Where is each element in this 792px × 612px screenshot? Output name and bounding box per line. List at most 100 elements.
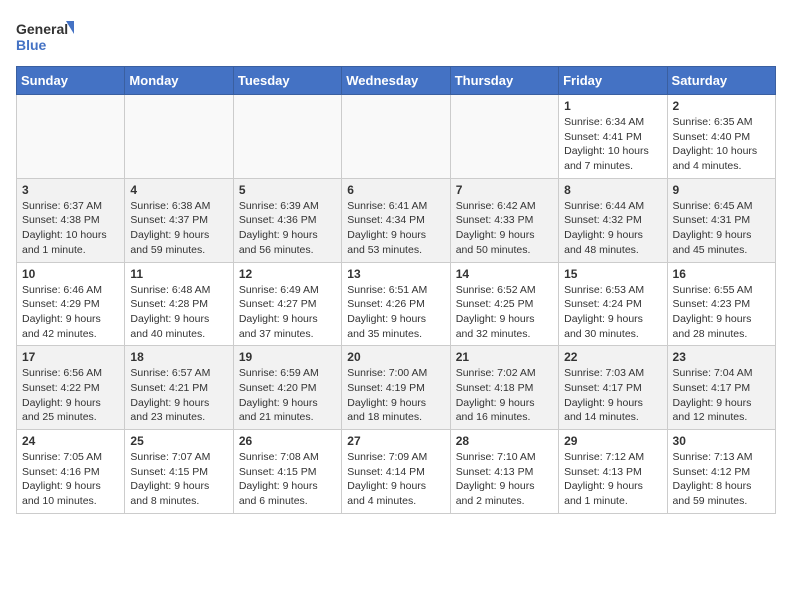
day-number: 21 [456,350,553,364]
day-cell: 7 Sunrise: 6:42 AM Sunset: 4:33 PM Daylig… [450,178,558,262]
day-info: Sunrise: 6:51 AM Sunset: 4:26 PM Dayligh… [347,283,444,342]
day-cell: 13 Sunrise: 6:51 AM Sunset: 4:26 PM Dayli… [342,262,450,346]
day-cell [17,95,125,179]
weekday-header-thursday: Thursday [450,67,558,95]
day-cell: 15Sunrise: 6:53 AM Sunset: 4:24 PM Dayli… [559,262,667,346]
day-number: 25 [130,434,227,448]
day-number: 23 [673,350,770,364]
day-info: Sunrise: 6:45 AM Sunset: 4:31 PM Dayligh… [673,199,770,258]
day-info: Sunrise: 6:49 AM Sunset: 4:27 PM Dayligh… [239,283,336,342]
day-info: Sunrise: 6:39 AM Sunset: 4:36 PM Dayligh… [239,199,336,258]
weekday-header-row: SundayMondayTuesdayWednesdayThursdayFrid… [17,67,776,95]
day-cell: 27 Sunrise: 7:09 AM Sunset: 4:14 PM Dayli… [342,430,450,514]
day-cell: 5 Sunrise: 6:39 AM Sunset: 4:36 PM Daylig… [233,178,341,262]
day-info: Sunrise: 6:46 AM Sunset: 4:29 PM Dayligh… [22,283,119,342]
day-cell: 17 Sunrise: 6:56 AM Sunset: 4:22 PM Dayli… [17,346,125,430]
day-number: 27 [347,434,444,448]
day-info: Sunrise: 6:38 AM Sunset: 4:37 PM Dayligh… [130,199,227,258]
day-info: Sunrise: 7:04 AM Sunset: 4:17 PM Dayligh… [673,366,770,425]
day-number: 7 [456,183,553,197]
day-info: Sunrise: 7:05 AM Sunset: 4:16 PM Dayligh… [22,450,119,509]
day-cell: 28 Sunrise: 7:10 AM Sunset: 4:13 PM Dayli… [450,430,558,514]
page-header: GeneralBlue [16,16,776,56]
weekday-header-wednesday: Wednesday [342,67,450,95]
day-cell: 19 Sunrise: 6:59 AM Sunset: 4:20 PM Dayli… [233,346,341,430]
day-number: 22 [564,350,661,364]
day-number: 3 [22,183,119,197]
day-info: Sunrise: 7:07 AM Sunset: 4:15 PM Dayligh… [130,450,227,509]
day-number: 13 [347,267,444,281]
day-info: Sunrise: 7:08 AM Sunset: 4:15 PM Dayligh… [239,450,336,509]
day-cell: 14 Sunrise: 6:52 AM Sunset: 4:25 PM Dayli… [450,262,558,346]
day-cell: 4Sunrise: 6:38 AM Sunset: 4:37 PM Daylig… [125,178,233,262]
day-number: 14 [456,267,553,281]
day-info: Sunrise: 6:56 AM Sunset: 4:22 PM Dayligh… [22,366,119,425]
day-info: Sunrise: 6:55 AM Sunset: 4:23 PM Dayligh… [673,283,770,342]
day-cell: 21 Sunrise: 7:02 AM Sunset: 4:18 PM Dayli… [450,346,558,430]
week-row-3: 10 Sunrise: 6:46 AM Sunset: 4:29 PM Dayli… [17,262,776,346]
day-info: Sunrise: 7:02 AM Sunset: 4:18 PM Dayligh… [456,366,553,425]
day-number: 19 [239,350,336,364]
day-cell: 3Sunrise: 6:37 AM Sunset: 4:38 PM Daylig… [17,178,125,262]
day-number: 1 [564,99,661,113]
day-cell: 2 Sunrise: 6:35 AM Sunset: 4:40 PM Daylig… [667,95,775,179]
day-info: Sunrise: 7:00 AM Sunset: 4:19 PM Dayligh… [347,366,444,425]
day-cell: 26 Sunrise: 7:08 AM Sunset: 4:15 PM Dayli… [233,430,341,514]
day-number: 5 [239,183,336,197]
day-info: Sunrise: 6:42 AM Sunset: 4:33 PM Dayligh… [456,199,553,258]
day-cell [125,95,233,179]
day-cell: 25 Sunrise: 7:07 AM Sunset: 4:15 PM Dayli… [125,430,233,514]
day-number: 28 [456,434,553,448]
week-row-5: 24 Sunrise: 7:05 AM Sunset: 4:16 PM Dayli… [17,430,776,514]
day-info: Sunrise: 6:35 AM Sunset: 4:40 PM Dayligh… [673,115,770,174]
day-cell: 11Sunrise: 6:48 AM Sunset: 4:28 PM Dayli… [125,262,233,346]
day-number: 10 [22,267,119,281]
day-info: Sunrise: 6:44 AM Sunset: 4:32 PM Dayligh… [564,199,661,258]
weekday-header-tuesday: Tuesday [233,67,341,95]
day-cell: 6 Sunrise: 6:41 AM Sunset: 4:34 PM Daylig… [342,178,450,262]
calendar-table: SundayMondayTuesdayWednesdayThursdayFrid… [16,66,776,514]
week-row-1: 1Sunrise: 6:34 AM Sunset: 4:41 PM Daylig… [17,95,776,179]
day-info: Sunrise: 6:41 AM Sunset: 4:34 PM Dayligh… [347,199,444,258]
day-cell: 23 Sunrise: 7:04 AM Sunset: 4:17 PM Dayli… [667,346,775,430]
svg-text:Blue: Blue [16,37,47,53]
day-number: 26 [239,434,336,448]
day-number: 11 [130,267,227,281]
day-number: 20 [347,350,444,364]
day-cell [450,95,558,179]
day-cell: 29 Sunrise: 7:12 AM Sunset: 4:13 PM Dayli… [559,430,667,514]
day-cell [233,95,341,179]
logo: GeneralBlue [16,16,76,56]
svg-text:General: General [16,21,68,37]
day-cell: 18 Sunrise: 6:57 AM Sunset: 4:21 PM Dayli… [125,346,233,430]
day-cell: 9 Sunrise: 6:45 AM Sunset: 4:31 PM Daylig… [667,178,775,262]
day-number: 9 [673,183,770,197]
day-info: Sunrise: 7:03 AM Sunset: 4:17 PM Dayligh… [564,366,661,425]
day-info: Sunrise: 7:09 AM Sunset: 4:14 PM Dayligh… [347,450,444,509]
day-info: Sunrise: 7:13 AM Sunset: 4:12 PM Dayligh… [673,450,770,509]
day-number: 8 [564,183,661,197]
weekday-header-friday: Friday [559,67,667,95]
day-cell: 22 Sunrise: 7:03 AM Sunset: 4:17 PM Dayli… [559,346,667,430]
day-cell: 8 Sunrise: 6:44 AM Sunset: 4:32 PM Daylig… [559,178,667,262]
day-info: Sunrise: 6:57 AM Sunset: 4:21 PM Dayligh… [130,366,227,425]
day-number: 24 [22,434,119,448]
day-cell: 30 Sunrise: 7:13 AM Sunset: 4:12 PM Dayli… [667,430,775,514]
day-cell [342,95,450,179]
day-number: 30 [673,434,770,448]
day-number: 17 [22,350,119,364]
week-row-2: 3Sunrise: 6:37 AM Sunset: 4:38 PM Daylig… [17,178,776,262]
weekday-header-saturday: Saturday [667,67,775,95]
day-number: 6 [347,183,444,197]
day-info: Sunrise: 6:53 AM Sunset: 4:24 PM Dayligh… [564,283,661,342]
day-number: 2 [673,99,770,113]
day-number: 18 [130,350,227,364]
day-cell: 20 Sunrise: 7:00 AM Sunset: 4:19 PM Dayli… [342,346,450,430]
day-info: Sunrise: 7:10 AM Sunset: 4:13 PM Dayligh… [456,450,553,509]
day-info: Sunrise: 6:52 AM Sunset: 4:25 PM Dayligh… [456,283,553,342]
weekday-header-sunday: Sunday [17,67,125,95]
day-info: Sunrise: 6:59 AM Sunset: 4:20 PM Dayligh… [239,366,336,425]
day-info: Sunrise: 7:12 AM Sunset: 4:13 PM Dayligh… [564,450,661,509]
day-number: 29 [564,434,661,448]
week-row-4: 17 Sunrise: 6:56 AM Sunset: 4:22 PM Dayli… [17,346,776,430]
